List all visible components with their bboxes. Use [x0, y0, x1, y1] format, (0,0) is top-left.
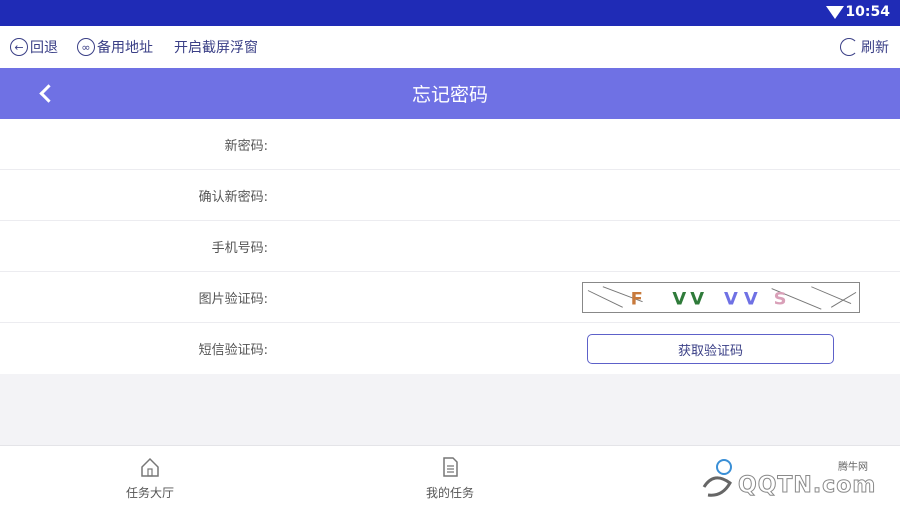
image-code-row: 图片验证码: F V V V V S — [0, 272, 900, 323]
watermark: QQTN.com 腾牛网 — [700, 453, 895, 503]
svg-text:V: V — [744, 290, 758, 309]
confirm-password-label: 确认新密码: — [198, 190, 268, 205]
nav-task-hall[interactable]: 任务大厅 — [105, 456, 195, 501]
confirm-password-input[interactable] — [280, 178, 570, 212]
top-toolbar: ← 回退 ∞ 备用地址 开启截屏浮窗 刷新 — [0, 26, 900, 68]
new-password-row: 新密码: — [0, 119, 900, 170]
header-bar: 忘记密码 — [0, 68, 900, 119]
svg-text:V: V — [690, 290, 704, 309]
new-password-input[interactable] — [280, 127, 570, 161]
backup-address-label: 备用地址 — [97, 40, 153, 56]
phone-label: 手机号码: — [211, 241, 268, 256]
refresh-icon — [840, 38, 858, 56]
back-label: 回退 — [30, 40, 58, 56]
new-password-label: 新密码: — [224, 139, 268, 154]
svg-text:V: V — [672, 290, 686, 309]
svg-text:S: S — [774, 290, 787, 309]
screenshot-float-button[interactable]: 开启截屏浮窗 — [174, 36, 258, 58]
document-icon — [443, 457, 458, 477]
sms-code-label: 短信验证码: — [198, 343, 268, 358]
page-title: 忘记密码 — [411, 84, 488, 106]
image-code-label: 图片验证码: — [198, 292, 268, 307]
home-icon — [141, 457, 159, 477]
sms-code-input[interactable] — [280, 331, 570, 365]
sms-code-row: 短信验证码: 获取验证码 — [0, 323, 900, 374]
confirm-password-row: 确认新密码: — [0, 170, 900, 221]
captcha-image[interactable]: F V V V V S — [582, 282, 860, 313]
reset-password-form: 新密码: 确认新密码: 手机号码: 图片验证码: F V V V V S 短信验… — [0, 119, 900, 374]
nav-my-tasks[interactable]: 我的任务 — [405, 456, 495, 501]
image-code-input[interactable] — [280, 280, 560, 314]
watermark-logo — [702, 459, 732, 497]
svg-text:V: V — [724, 290, 738, 309]
status-bar: 10:54 — [0, 0, 900, 26]
refresh-label: 刷新 — [861, 40, 889, 56]
watermark-small: 腾牛网 — [838, 462, 868, 473]
nav-my-tasks-label: 我的任务 — [425, 486, 474, 500]
back-button[interactable]: ← 回退 — [10, 36, 58, 58]
link-icon: ∞ — [77, 38, 95, 56]
back-arrow-icon: ← — [10, 38, 28, 56]
watermark-brand: QQTN.com — [737, 473, 877, 499]
captcha-text: F — [631, 290, 643, 309]
phone-row: 手机号码: — [0, 221, 900, 272]
wifi-icon — [826, 6, 844, 19]
nav-task-hall-label: 任务大厅 — [125, 486, 174, 500]
backup-address-button[interactable]: ∞ 备用地址 — [77, 36, 153, 58]
screenshot-float-label: 开启截屏浮窗 — [174, 40, 258, 56]
status-time: 10:54 — [845, 4, 890, 20]
get-code-button[interactable]: 获取验证码 — [587, 334, 834, 364]
phone-input[interactable] — [280, 229, 570, 263]
refresh-button[interactable]: 刷新 — [840, 36, 889, 58]
